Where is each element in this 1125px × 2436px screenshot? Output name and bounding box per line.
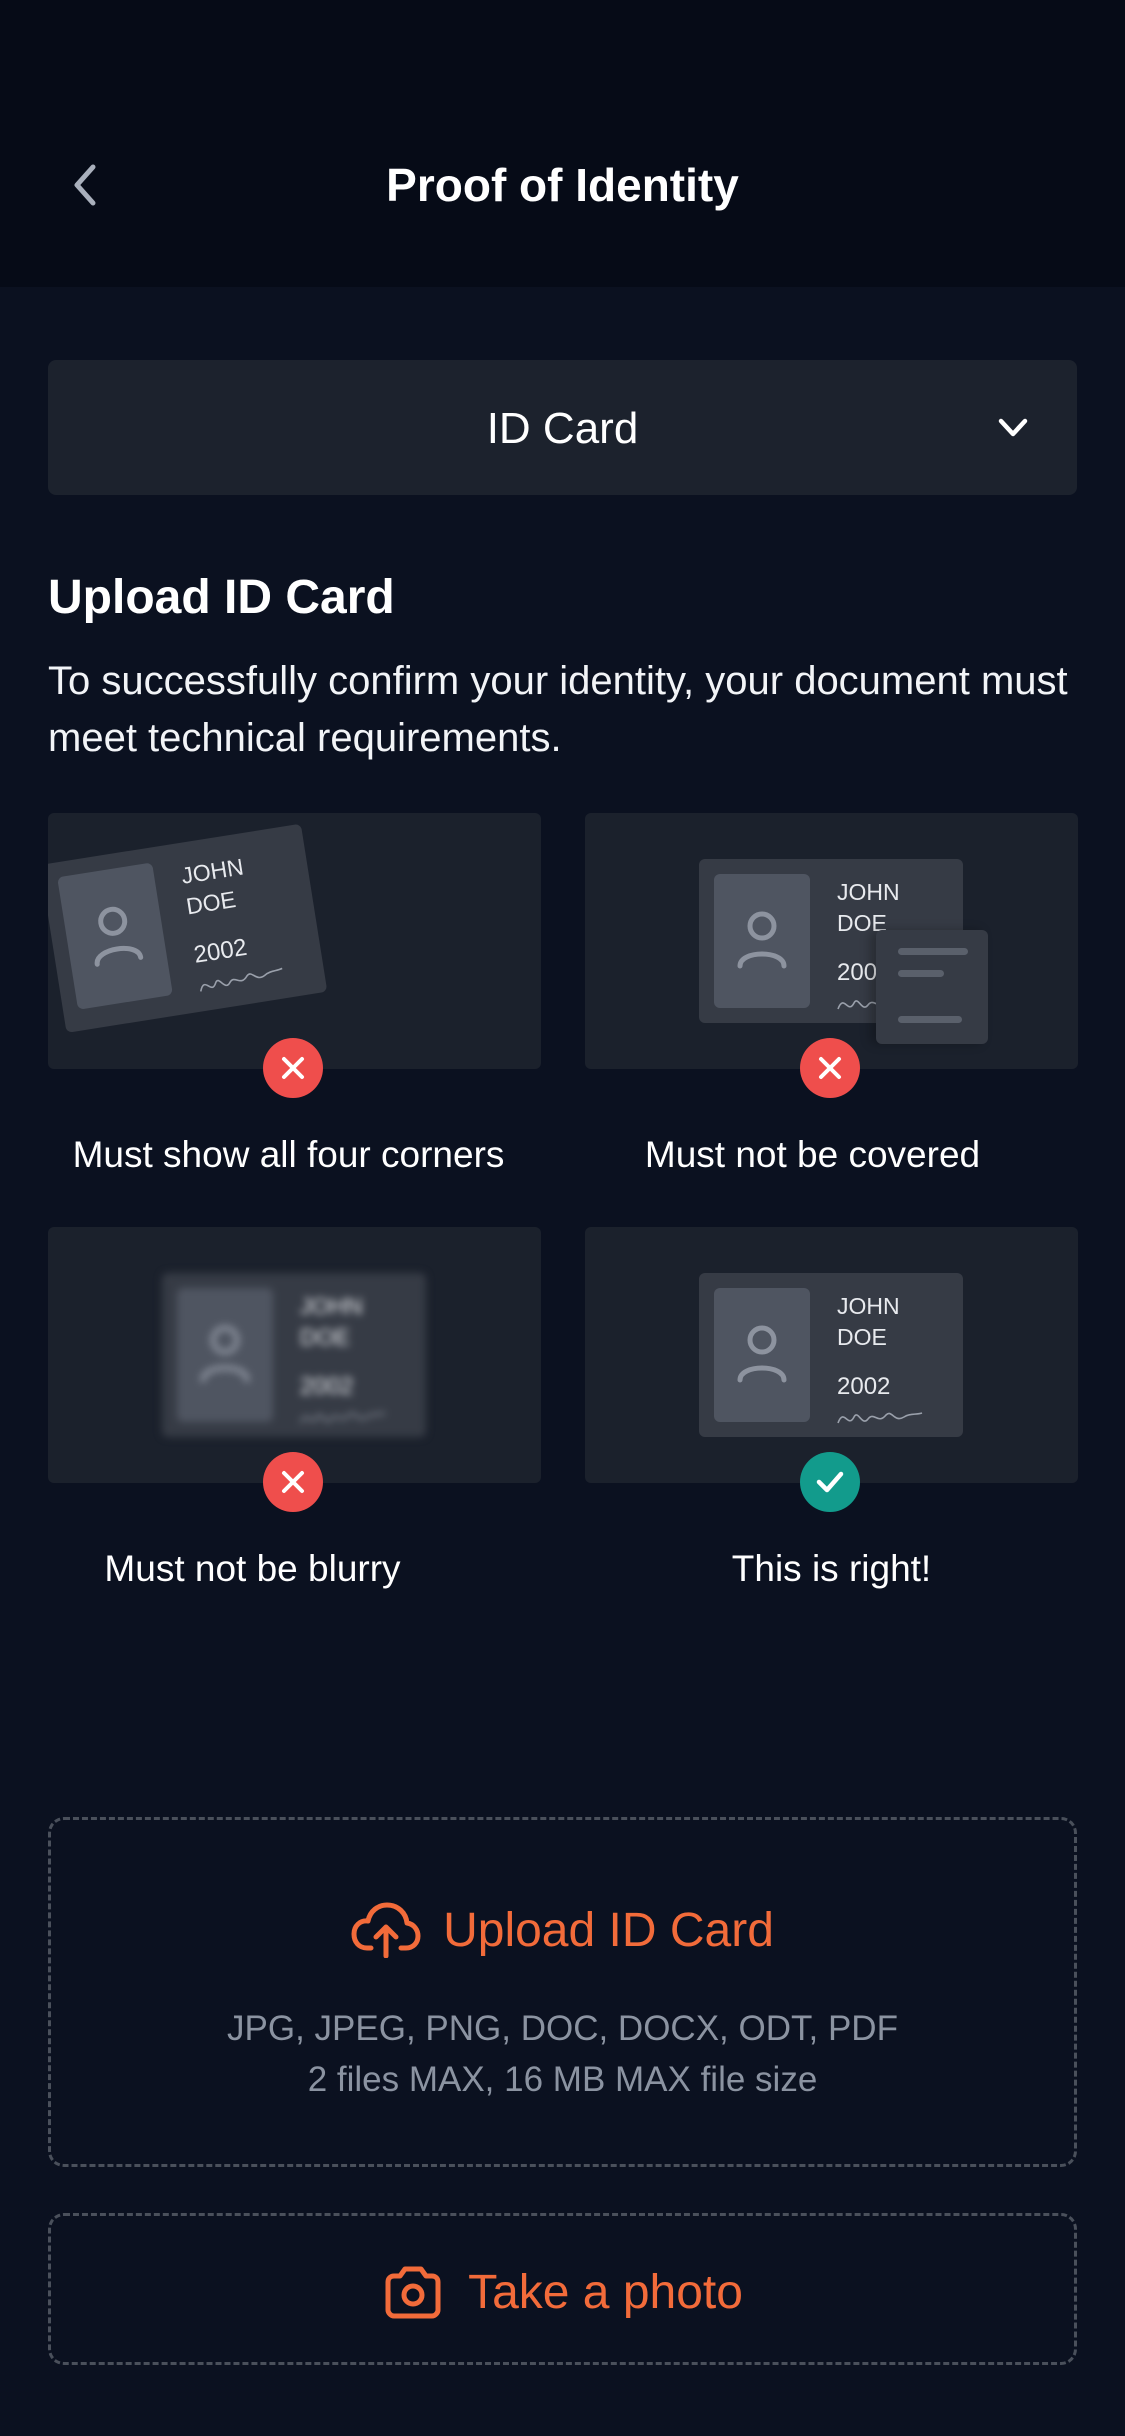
upload-dropzone[interactable]: Upload ID Card JPG, JPEG, PNG, DOC, DOCX… (48, 1817, 1077, 2167)
example-caption: Must not be blurry (104, 1548, 401, 1589)
check-icon (816, 1471, 844, 1493)
card-year: 2002 (837, 1373, 891, 1400)
upload-requirements: JPG, JPEG, PNG, DOC, DOCX, ODT, PDF 2 fi… (51, 2003, 1074, 2105)
valid-badge (800, 1452, 860, 1512)
id-card-illustration: JOHN DOE 2002 (699, 1273, 963, 1437)
camera-icon (385, 2266, 441, 2319)
x-icon (819, 1057, 841, 1079)
covering-note (876, 930, 988, 1044)
id-card-illustration: JOHN DOE 2002 (48, 823, 328, 1033)
example-caption: This is right! (731, 1548, 932, 1589)
portrait-placeholder (714, 874, 810, 1008)
person-icon (94, 906, 144, 967)
document-type-select[interactable]: ID Card (48, 360, 1077, 495)
upload-button[interactable]: Upload ID Card (51, 1900, 1074, 1959)
card-year: 2002 (300, 1373, 354, 1400)
person-icon (200, 1325, 250, 1383)
file-limits: 2 files MAX, 16 MB MAX file size (307, 2060, 818, 2099)
take-photo-label: Take a photo (468, 2265, 743, 2319)
invalid-badge (800, 1038, 860, 1098)
x-icon (282, 1057, 304, 1079)
person-icon (737, 1325, 787, 1383)
portrait-placeholder (57, 862, 173, 1010)
take-photo-action[interactable]: Take a photo (51, 2262, 1074, 2320)
invalid-badge (263, 1038, 323, 1098)
example-tile-covered: JOHN DOE 2002 (585, 813, 1078, 1069)
take-photo-button[interactable]: Take a photo (48, 2213, 1077, 2365)
x-icon (282, 1471, 304, 1493)
id-card-illustration: JOHN DOE 2002 (162, 1273, 426, 1437)
example-caption: Must not be covered (644, 1134, 981, 1175)
signature-icon (300, 1412, 386, 1424)
example-tile-correct: JOHN DOE 2002 (585, 1227, 1078, 1483)
chevron-down-icon (998, 418, 1028, 437)
card-name: JOHN DOE (179, 853, 246, 920)
portrait-placeholder (714, 1288, 810, 1422)
example-caption: Must show all four corners (72, 1134, 505, 1175)
card-name: JOHN DOE (300, 1293, 363, 1350)
example-tile-corners: JOHN DOE 2002 (48, 813, 541, 1069)
cloud-upload-icon (351, 1902, 421, 1959)
person-icon (737, 911, 787, 969)
page: Proof of Identity ID Card Upload ID Card… (0, 0, 1125, 2436)
portrait-placeholder (177, 1288, 273, 1422)
accepted-formats: JPG, JPEG, PNG, DOC, DOCX, ODT, PDF (227, 2009, 898, 2048)
page-title: Proof of Identity (386, 159, 739, 211)
section-title: Upload ID Card (48, 571, 395, 624)
upload-label: Upload ID Card (443, 1903, 774, 1957)
document-type-value: ID Card (486, 404, 639, 453)
invalid-badge (263, 1452, 323, 1512)
section-description: To successfully confirm your identity, y… (48, 659, 1068, 760)
example-tile-blurry: JOHN DOE 2002 (48, 1227, 541, 1483)
card-name: JOHN DOE (837, 1293, 900, 1350)
signature-icon (837, 1412, 923, 1424)
top-bar: Proof of Identity (0, 0, 1125, 287)
